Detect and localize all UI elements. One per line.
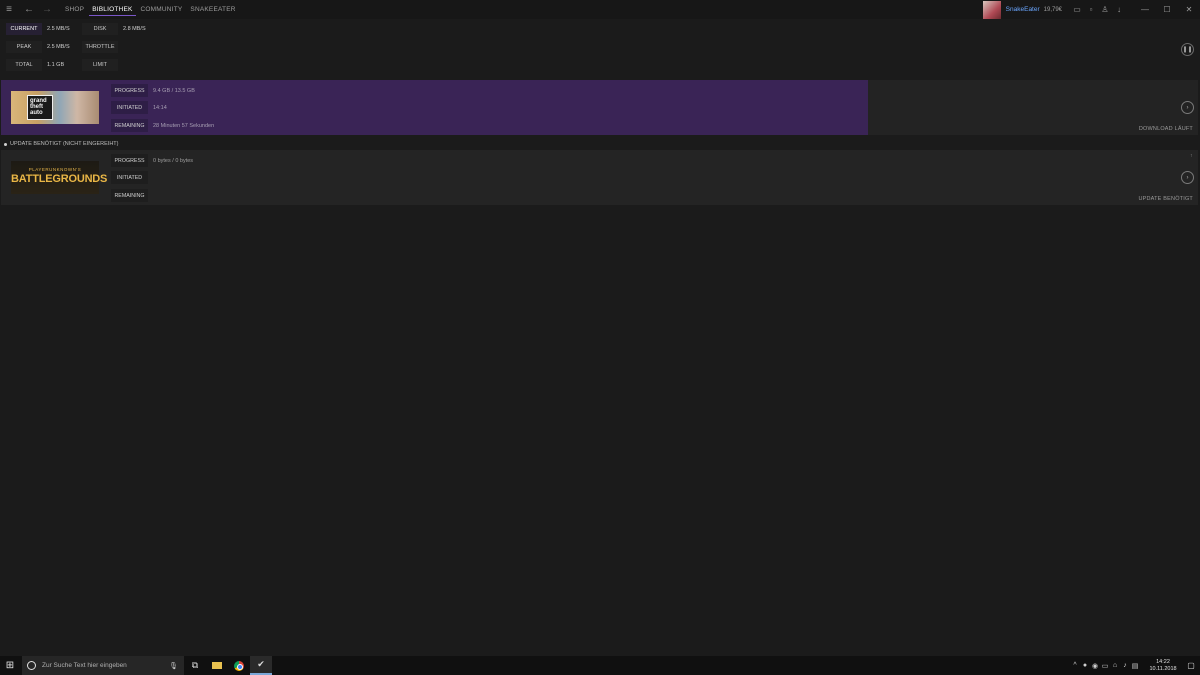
chevron-right-icon[interactable]: › [1181,101,1194,114]
hamburger-icon[interactable]: ≡ [2,4,16,15]
stat-current-value: 2.5 MB/S [47,26,70,32]
stat-total-value: 1.1 GB [47,62,65,68]
windows-taskbar: ⊞ Zur Suche Text hier eingeben 🎙 ⧉ ✔ ^ ●… [0,656,1200,675]
game-logo: BATTLEGROUNDS [11,173,108,185]
nav-shop[interactable]: SHOP [62,4,87,15]
stat-limit-label[interactable]: LIMIT [82,59,118,71]
account-area: SnakeEater 19,79€ ▭ ▫ ♙ ↓ — ☐ ✕ [982,0,1200,19]
nav-community[interactable]: COMMUNITY [138,4,186,15]
progress-value: 0 bytes / 0 bytes [153,157,194,164]
stat-peak-value: 2.5 MB/S [47,44,70,50]
stat-throttle-label[interactable]: THROTTLE [82,41,118,53]
arrow-up-icon[interactable]: ↑ [1190,153,1193,159]
steam-tray-icon[interactable]: ● [1080,662,1090,669]
remaining-field: REMAINING [111,189,148,202]
main-nav: SHOP BIBLIOTHEK COMMUNITY SNAKEEATER [62,4,241,16]
network-icon[interactable]: ⌂ [1110,662,1120,669]
initiated-value: 14:14 [153,104,167,111]
remaining-value: 28 Minuten 57 Sekunden [153,122,215,129]
initiated-field: INITIATED [111,171,148,184]
language-icon[interactable]: ▤ [1130,662,1140,670]
initiated-label: INITIATED [111,171,148,184]
remaining-field: REMAINING 28 Minuten 57 Sekunden [111,119,214,132]
discord-tray-icon[interactable]: ◉ [1090,662,1100,670]
stat-disk-label[interactable]: DISK [82,23,118,35]
taskbar-search[interactable]: Zur Suche Text hier eingeben 🎙 [22,656,184,675]
stat-total-label[interactable]: TOTAL [6,59,42,71]
nav-profile[interactable]: SNAKEEATER [187,4,238,15]
system-clock[interactable]: 14:22 10.11.2018 [1144,659,1182,672]
task-view-icon[interactable]: ⧉ [184,656,206,675]
wallet-balance: 19,79€ [1043,6,1062,13]
nav-bibliothek[interactable]: BIBLIOTHEK [89,4,136,16]
notification-icon[interactable]: ▫ [1084,5,1098,14]
stat-current-label[interactable]: CURRENT [6,23,42,35]
game-thumbnail[interactable]: PLAYERUNKNOWN'S BATTLEGROUNDS [11,161,108,194]
queue-section-header: UPDATE BENÖTIGT (NICHT EINGEREIHT) [4,141,118,147]
queue-header-text: UPDATE BENÖTIGT (NICHT EINGEREIHT) [10,141,119,147]
download-row-active: grand theft auto PROGRESS 9.4 GB / 13.5 … [1,80,1198,135]
arrow-left-icon[interactable]: ← [22,4,36,15]
download-status: UPDATE BENÖTIGT [1138,196,1193,202]
search-placeholder: Zur Suche Text hier eingeben [42,662,127,669]
stat-peak-label[interactable]: PEAK [6,41,42,53]
action-center-icon[interactable]: ▢ [1182,661,1200,670]
windows-start-icon[interactable]: ⊞ [0,656,20,675]
initiated-field: INITIATED 14:14 [111,101,167,114]
stat-disk-value: 2.8 MB/S [123,26,146,32]
chevron-right-icon[interactable]: › [1181,171,1194,184]
volume-icon[interactable]: ♪ [1120,662,1130,669]
bullet-icon [4,142,7,146]
game-thumbnail[interactable]: grand theft auto [11,91,99,124]
microphone-icon[interactable]: 🎙 [169,662,178,670]
friends-icon[interactable]: ♙ [1098,5,1112,14]
pause-button[interactable]: ❚❚ [1181,43,1194,56]
chat-icon[interactable]: ▭ [1070,5,1084,14]
remaining-label: REMAINING [111,189,148,202]
close-button[interactable]: ✕ [1178,5,1200,14]
system-tray: ^ ● ◉ ▭ ⌂ ♪ ▤ 14:22 10.11.2018 ▢ [1070,656,1200,675]
download-icon[interactable]: ↓ [1112,5,1126,14]
progress-label: PROGRESS [111,84,148,97]
title-bar: ≡ ← → SHOP BIBLIOTHEK COMMUNITY SNAKEEAT… [0,0,1200,19]
avatar[interactable] [982,0,1001,19]
game-logo: grand theft auto [27,95,53,120]
chrome-icon[interactable] [228,656,250,675]
progress-label: PROGRESS [111,154,148,167]
minimize-button[interactable]: — [1134,5,1156,14]
file-explorer-icon[interactable] [206,656,228,675]
progress-field: PROGRESS 9.4 GB / 13.5 GB [111,84,195,97]
download-status: DOWNLOAD LÄUFT [1138,126,1193,132]
progress-value: 9.4 GB / 13.5 GB [153,87,195,94]
arrow-right-icon[interactable]: → [40,4,54,15]
remaining-label: REMAINING [111,119,148,132]
maximize-button[interactable]: ☐ [1156,5,1178,14]
chevron-up-icon[interactable]: ^ [1070,662,1080,669]
battery-icon[interactable]: ▭ [1100,662,1110,670]
download-row-queued: PLAYERUNKNOWN'S BATTLEGROUNDS PROGRESS 0… [1,150,1198,205]
game-logo-subtitle: PLAYERUNKNOWN'S [28,167,82,172]
initiated-label: INITIATED [111,101,148,114]
progress-field: PROGRESS 0 bytes / 0 bytes [111,154,193,167]
steam-icon[interactable]: ✔ [250,656,272,675]
download-stats: CURRENT 2.5 MB/S DISK 2.8 MB/S PEAK 2.5 … [6,23,158,77]
cortana-icon [27,661,36,670]
clock-date: 10.11.2018 [1149,665,1177,672]
username[interactable]: SnakeEater [1006,6,1040,13]
